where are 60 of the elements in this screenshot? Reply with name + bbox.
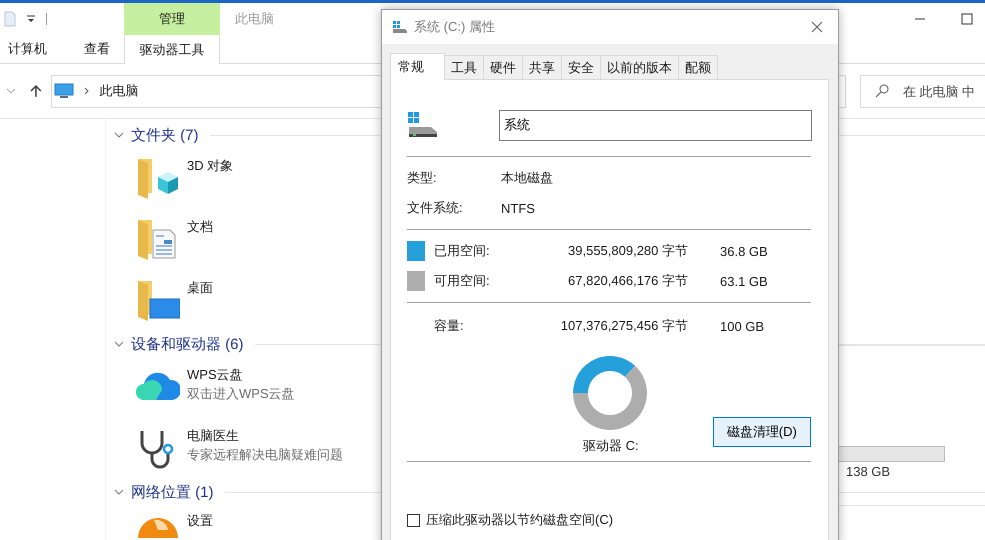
size-value: 36.8 GB [719, 244, 768, 258]
dropdown-icon [26, 14, 36, 24]
checkbox-label: 压缩此驱动器以节约磁盘空间(C) [426, 511, 614, 529]
item-name[interactable]: 文档 [187, 218, 213, 236]
free-space-text: 138 GB [845, 464, 892, 479]
item-name[interactable]: 桌面 [187, 279, 213, 297]
group-header[interactable]: 文件夹 (7) [131, 126, 198, 144]
size-value: 100 GB [719, 318, 764, 334]
group-header[interactable]: 网络位置 (1) [131, 482, 214, 502]
volume-name-field[interactable]: 系统 [499, 110, 812, 140]
ribbon-tab[interactable]: 驱动器工具 [124, 35, 220, 64]
field-label: 类型: [407, 169, 438, 187]
search-icon [875, 84, 889, 98]
dialog-tab[interactable]: 硬件 [484, 55, 523, 79]
size-value: 63.1 GB [719, 274, 768, 288]
disk-cleanup-button[interactable]: 磁盘清理(D) [712, 417, 811, 447]
item-description: 双击进入WPS云盘 [187, 385, 295, 403]
chevron-down-icon[interactable] [114, 487, 124, 497]
address-path: 此电脑 [100, 82, 139, 100]
computer-icon [54, 83, 74, 99]
context-tab-header: 管理 [124, 3, 220, 35]
dialog-tab[interactable]: 工具 [445, 55, 484, 79]
drive-icon [407, 111, 439, 139]
group-header[interactable]: 设备和驱动器 (6) [131, 334, 244, 354]
item-name[interactable]: 3D 对象 [187, 157, 234, 175]
item-name[interactable]: 设置 [187, 512, 213, 530]
dialog-tab[interactable]: 共享 [523, 55, 562, 79]
document-icon [4, 11, 16, 27]
ribbon-tab[interactable]: 计算机 [0, 35, 70, 63]
field-value: NTFS [501, 200, 535, 216]
drive-label: 驱动器 C: [583, 437, 639, 455]
field-value: 本地磁盘 [501, 169, 553, 187]
item-description: 专家远程解决电脑疑难问题 [187, 446, 343, 464]
field-label: 容量: [434, 317, 465, 335]
dialog-tab[interactable]: 安全 [562, 55, 601, 79]
byte-count: 39,555,809,280 字节 [567, 242, 688, 260]
chevron-down-icon[interactable] [114, 130, 124, 140]
search-field[interactable]: 在 此电脑 中 [860, 74, 985, 108]
field-label: 文件系统: [407, 199, 464, 217]
up-arrow-icon [28, 84, 43, 98]
close-icon [811, 21, 823, 33]
chevron-down-icon[interactable] [114, 339, 124, 349]
dialog-title: 系统 (C:) 属性 [414, 18, 496, 36]
dialog-tab[interactable]: 常规 [390, 53, 445, 80]
search-input[interactable]: 在 此电脑 中 [901, 82, 985, 100]
item-name[interactable]: 电脑医生 [187, 427, 343, 445]
dialog-tab[interactable]: 以前的版本 [601, 55, 679, 79]
ribbon-tab[interactable]: 查看 [70, 35, 124, 63]
chevron-down-icon [6, 87, 16, 95]
drive-icon [392, 20, 408, 34]
dialog-tab[interactable]: 配额 [679, 55, 718, 79]
item-name[interactable]: WPS云盘 [187, 366, 295, 384]
chevron-right-icon [84, 86, 90, 96]
byte-count: 107,376,275,456 字节 [560, 317, 688, 335]
field-label: 已用空间: [434, 242, 491, 260]
byte-count: 67,820,466,176 字节 [567, 272, 688, 290]
maximize-icon [961, 13, 973, 25]
window-title: 此电脑 [234, 10, 274, 28]
checkbox[interactable] [407, 514, 420, 526]
field-label: 可用空间: [434, 272, 491, 290]
